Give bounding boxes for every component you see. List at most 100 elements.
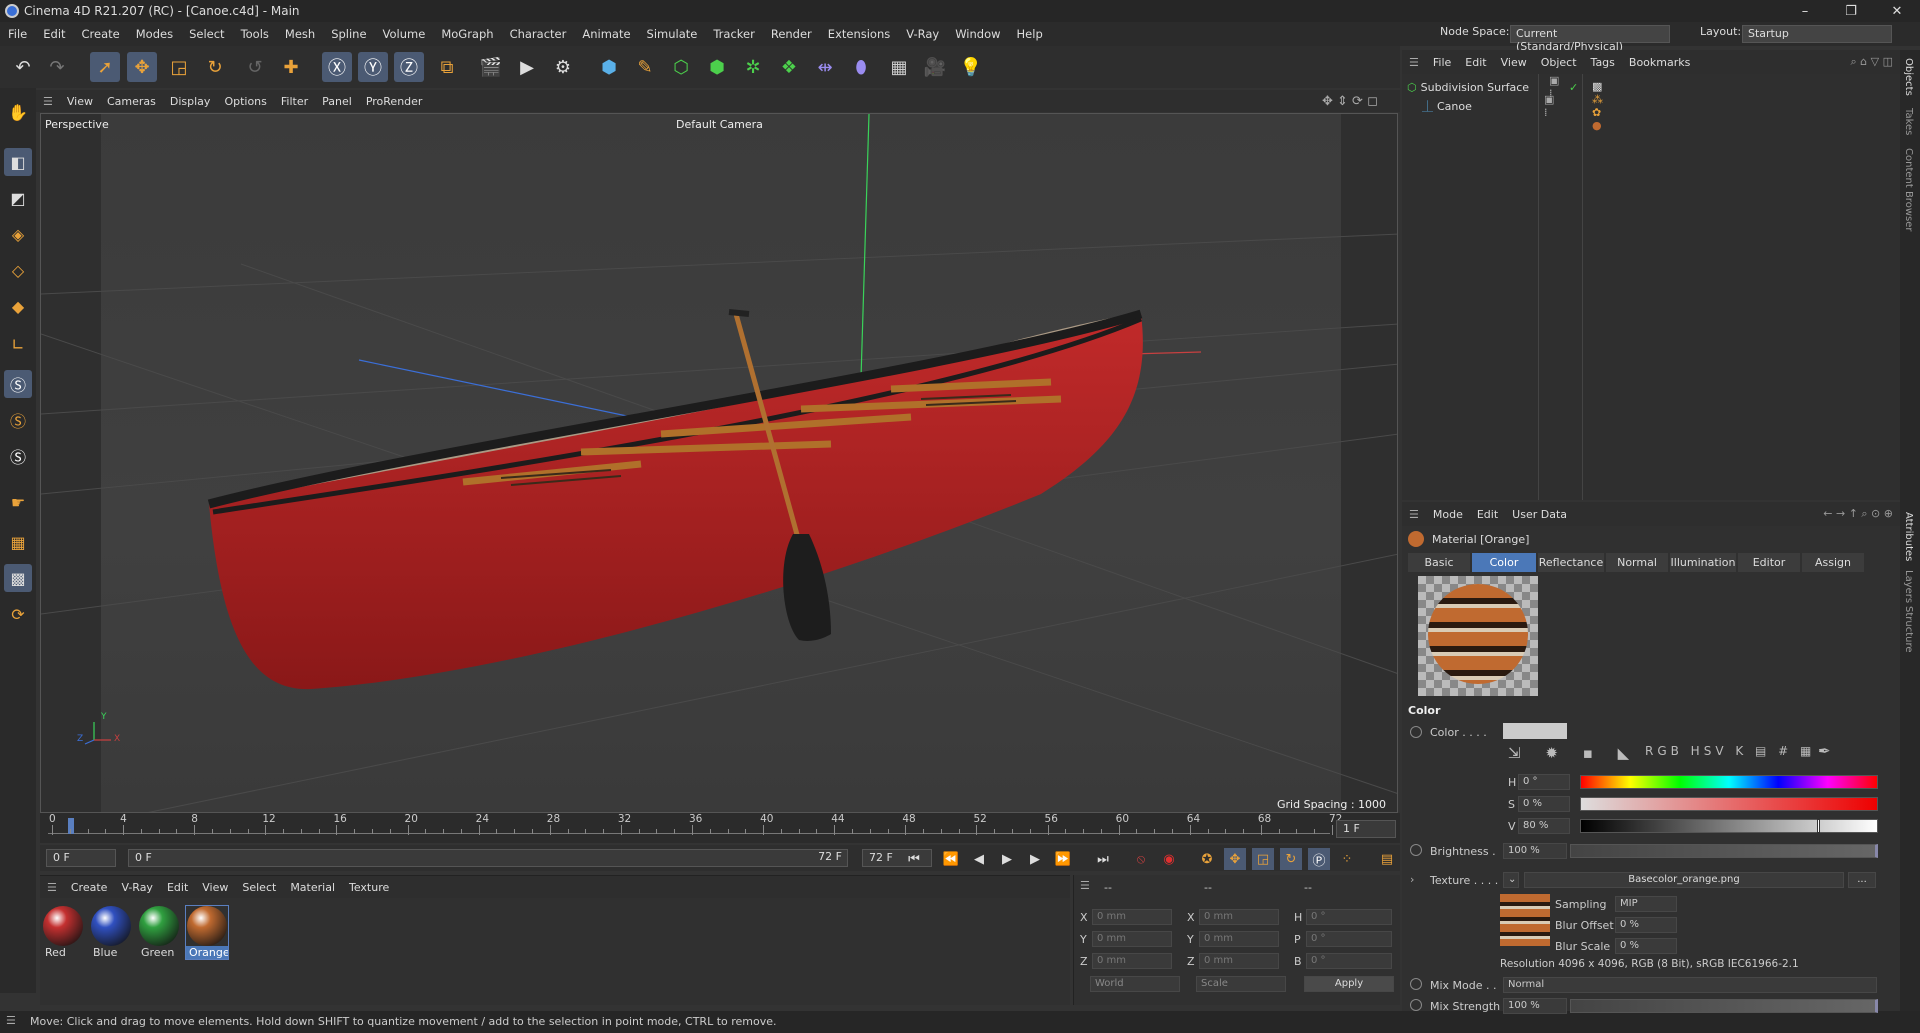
tab-color[interactable]: Color <box>1472 553 1536 572</box>
material-swatch-selected[interactable]: Orange <box>185 905 230 960</box>
menu-modes[interactable]: Modes <box>128 27 181 41</box>
hamburger-icon[interactable]: ☰ <box>1402 508 1426 521</box>
obj-menu-object[interactable]: Object <box>1534 56 1584 69</box>
brightness-field[interactable]: 100 % <box>1503 843 1567 859</box>
record-keys-icon[interactable]: ◉ <box>1158 848 1180 870</box>
prev-key-icon[interactable]: ⏪ <box>940 848 962 870</box>
deformer-icon[interactable]: ⇹ <box>810 52 840 82</box>
mat-menu-view[interactable]: View <box>195 881 235 894</box>
coord-system-dropdown[interactable]: World <box>1090 976 1180 992</box>
apply-button[interactable]: Apply <box>1304 976 1394 992</box>
next-frame-icon[interactable]: ▶ <box>1024 848 1046 870</box>
vtab-structure[interactable]: Structure <box>1903 606 1914 653</box>
field-icon[interactable]: ⬮ <box>846 52 876 82</box>
key-rotation-icon[interactable]: ↻ <box>1280 848 1302 870</box>
viewport-menu-display[interactable]: Display <box>163 95 218 108</box>
render-picture-viewer-icon[interactable]: ▶ <box>512 52 542 82</box>
redo-icon[interactable]: ↷ <box>42 52 72 82</box>
hamburger-icon[interactable]: ☰ <box>6 1014 16 1027</box>
texture-menu-arrow[interactable]: ⌄ <box>1503 872 1519 888</box>
model-mode-icon[interactable]: ◧ <box>4 148 32 176</box>
undo-icon[interactable]: ↶ <box>8 52 38 82</box>
menu-create[interactable]: Create <box>74 27 128 41</box>
menu-animate[interactable]: Animate <box>574 27 638 41</box>
object-row-subdivision-surface[interactable]: ⬡ Subdivision Surface ▣ ⁞ ✓ <box>1407 74 1578 100</box>
menu-character[interactable]: Character <box>502 27 575 41</box>
size-x-field[interactable]: 0 mm <box>1199 909 1279 925</box>
layout-dropdown[interactable]: Startup <box>1742 25 1892 43</box>
edges-mode-icon[interactable]: ◇ <box>4 256 32 284</box>
mixmode-animate-radio[interactable] <box>1410 978 1422 990</box>
pos-z-field[interactable]: 0 mm <box>1092 953 1172 969</box>
pos-y-field[interactable]: 0 mm <box>1092 931 1172 947</box>
hue-field[interactable]: 0 ° <box>1518 774 1570 790</box>
vtab-takes[interactable]: Takes <box>1903 108 1914 135</box>
material-swatch[interactable]: Blue <box>90 906 132 959</box>
min-frame-field[interactable]: 0 F <box>46 849 116 867</box>
viewport-navigation-icons[interactable]: ✥ ⇕ ⟳ ◻ <box>1322 94 1378 109</box>
viewport-menu-prorender[interactable]: ProRender <box>359 95 430 108</box>
texture-browse-button[interactable]: ... <box>1848 872 1876 888</box>
visibility-dots-icon[interactable]: ▣ ⁞ <box>1544 93 1554 119</box>
viewport-menu-view[interactable]: View <box>60 95 100 108</box>
hamburger-icon[interactable]: ☰ <box>1080 879 1090 892</box>
value-slider[interactable] <box>1580 819 1878 833</box>
eyedropper-icon[interactable]: ✒ <box>1818 742 1831 760</box>
prev-frame-icon[interactable]: ◀ <box>968 848 990 870</box>
obj-menu-view[interactable]: View <box>1494 56 1534 69</box>
scale-tool-icon[interactable]: ◲ <box>164 52 194 82</box>
hamburger-icon[interactable]: ☰ <box>40 881 64 894</box>
render-settings-icon[interactable]: ⚙ <box>548 52 578 82</box>
mat-menu-vray[interactable]: V-Ray <box>114 881 160 894</box>
z-axis-lock-icon[interactable]: Ⓩ <box>394 52 424 82</box>
timeline-ruler[interactable]: 0 4 8 12 16 20 24 28 32 36 40 44 48 52 56 60 64 68 72 1 F <box>40 813 1400 843</box>
current-frame-field[interactable]: 1 F <box>1336 820 1396 838</box>
obj-menu-edit[interactable]: Edit <box>1458 56 1493 69</box>
saturation-field[interactable]: 0 % <box>1518 796 1570 812</box>
axis-mode-icon[interactable]: ∟ <box>4 330 32 358</box>
obj-menu-tags[interactable]: Tags <box>1584 56 1622 69</box>
size-z-field[interactable]: 0 mm <box>1199 953 1279 969</box>
brightness-slider[interactable] <box>1570 844 1878 858</box>
rot-p-field[interactable]: 0 ° <box>1306 931 1392 947</box>
subdivision-surface-icon[interactable]: ⬡ <box>666 52 696 82</box>
mix-strength-field[interactable]: 100 % <box>1503 998 1567 1014</box>
tab-reflectance[interactable]: Reflectance <box>1538 553 1604 572</box>
size-mode-dropdown[interactable]: Scale <box>1196 976 1286 992</box>
object-row-canoe[interactable]: ⏊ Canoe ▣ ⁞ ▩ ⁂ ✿ ● <box>1422 80 1603 132</box>
attr-menu-edit[interactable]: Edit <box>1470 508 1505 521</box>
camera-name[interactable]: Default Camera <box>676 118 763 131</box>
tweak-mode-icon[interactable]: ☛ <box>4 488 32 516</box>
mixstrength-animate-radio[interactable] <box>1410 999 1422 1011</box>
goto-start-icon[interactable]: ⏮ <box>903 848 925 870</box>
color-animate-radio[interactable] <box>1410 726 1422 738</box>
tab-normal[interactable]: Normal <box>1606 553 1668 572</box>
record-disabled-icon[interactable]: ⦸ <box>1130 848 1152 870</box>
menu-tracker[interactable]: Tracker <box>705 27 763 41</box>
move-tool-icon[interactable]: ✥ <box>127 52 157 82</box>
key-scale-icon[interactable]: ◲ <box>1252 848 1274 870</box>
vtab-objects[interactable]: Objects <box>1903 58 1914 96</box>
mograph-cloner-icon[interactable]: ❖ <box>774 52 804 82</box>
vtab-content-browser[interactable]: Content Browser <box>1903 148 1914 231</box>
mat-menu-select[interactable]: Select <box>235 881 283 894</box>
value-field[interactable]: 80 % <box>1518 818 1570 834</box>
color-model-icons[interactable]: RGB HSV K ▤ # ▦ <box>1645 744 1815 758</box>
tab-basic[interactable]: Basic <box>1408 553 1470 572</box>
enabled-check-icon[interactable]: ✓ <box>1569 81 1578 94</box>
pen-spline-icon[interactable]: ✎ <box>630 52 660 82</box>
key-pla-icon[interactable]: ⁘ <box>1336 848 1358 870</box>
tab-editor[interactable]: Editor <box>1738 553 1800 572</box>
coordinate-system-icon[interactable]: ⧉ <box>432 52 462 82</box>
mat-menu-material[interactable]: Material <box>283 881 342 894</box>
make-editable-icon[interactable]: ✋ <box>4 98 32 126</box>
points-mode-icon[interactable]: ◈ <box>4 220 32 248</box>
workplane-icon[interactable]: ▦ <box>4 528 32 556</box>
menu-vray[interactable]: V-Ray <box>898 27 947 41</box>
menu-help[interactable]: Help <box>1009 27 1051 41</box>
goto-end-icon[interactable]: ⏭ <box>1092 848 1114 870</box>
hue-slider[interactable] <box>1580 775 1878 789</box>
texture-tags-icon[interactable]: ▩ ⁂ ✿ ● <box>1592 80 1603 132</box>
material-preview-large[interactable] <box>1418 576 1538 696</box>
x-axis-lock-icon[interactable]: Ⓧ <box>322 52 352 82</box>
